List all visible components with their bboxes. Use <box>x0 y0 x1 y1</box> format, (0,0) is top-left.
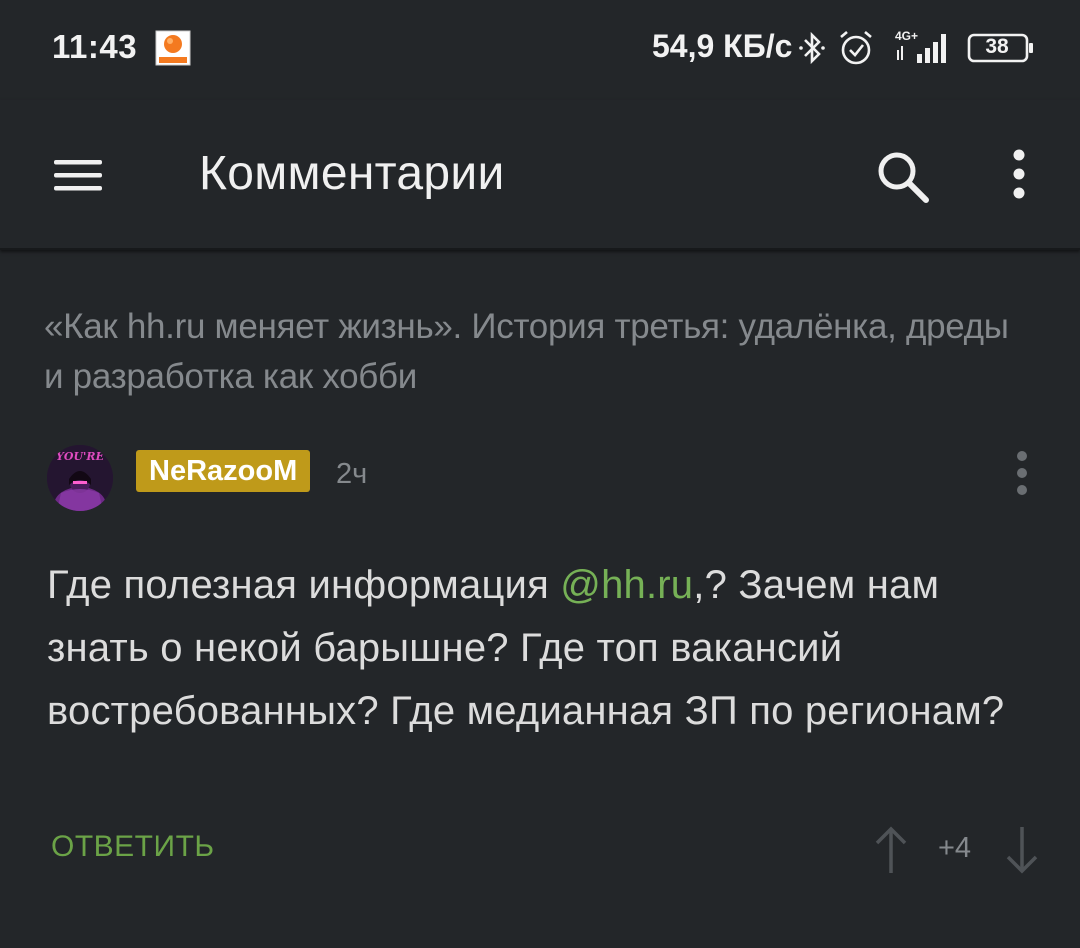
post-title[interactable]: «Как hh.ru меняет жизнь». История третья… <box>44 302 1034 402</box>
network-type-label: 4G+ <box>895 29 918 43</box>
downvote-arrow-icon[interactable] <box>1003 825 1041 875</box>
alarm-icon <box>840 31 872 65</box>
bluetooth-icon <box>799 31 825 65</box>
page-title: Комментарии <box>199 147 505 200</box>
search-icon[interactable] <box>876 150 930 204</box>
status-time: 11:43 <box>52 28 138 65</box>
comment-text-start: Где полезная информация <box>47 563 561 607</box>
notification-app-icon <box>155 30 191 66</box>
hamburger-menu-icon[interactable] <box>54 158 102 192</box>
signal-icon: 4G+ <box>895 29 946 63</box>
upvote-arrow-icon[interactable] <box>872 825 910 875</box>
comment-time: 2ч <box>336 458 368 490</box>
reply-button[interactable]: ОТВЕТИТЬ <box>51 830 215 864</box>
username-badge[interactable]: NeRazooM <box>136 450 311 492</box>
app-bar: Комментарии <box>0 100 1080 250</box>
comment-more-icon[interactable] <box>1008 450 1036 496</box>
avatar[interactable]: YOU'RE <box>47 445 113 511</box>
battery-level: 38 <box>985 35 1009 58</box>
comment-text: Где полезная информация @hh.ru,? Зачем н… <box>47 554 1037 743</box>
avatar-text: YOU'RE <box>56 450 105 463</box>
avatar-image: YOU'RE <box>47 445 113 511</box>
comment-rating: +4 <box>938 832 972 864</box>
network-speed: 54,9 КБ/с <box>652 28 793 64</box>
more-vertical-icon[interactable] <box>1004 148 1034 202</box>
mention-link[interactable]: @hh.ru <box>560 563 693 607</box>
status-bar: 11:43 54,9 КБ/с 4G+ 38 <box>0 0 1080 100</box>
